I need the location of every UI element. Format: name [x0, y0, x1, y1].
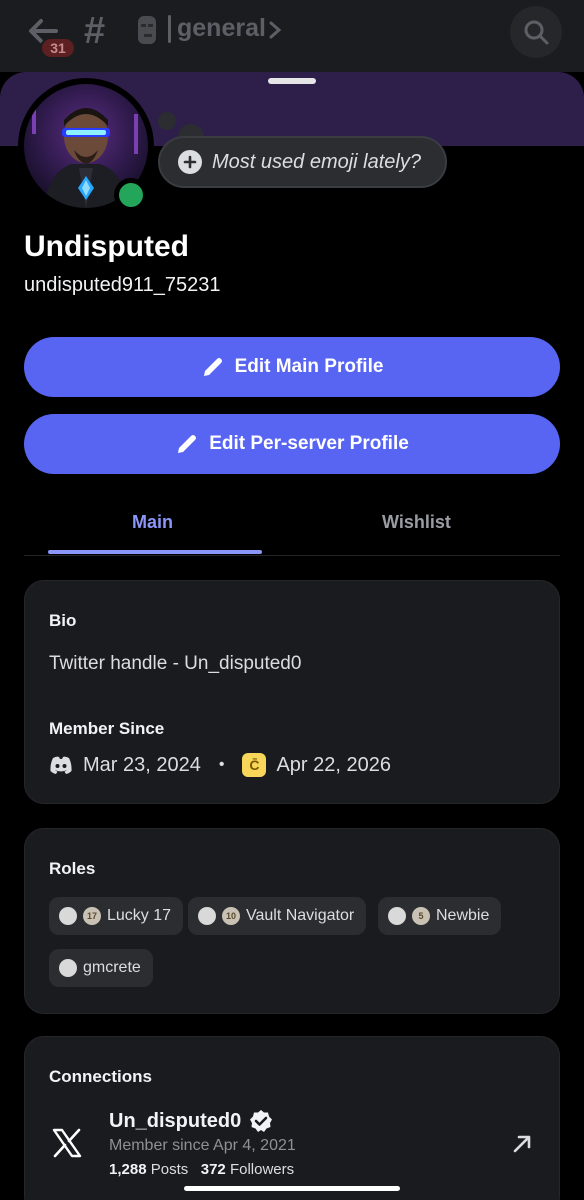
- x-logo-icon: [52, 1128, 82, 1158]
- member-since-row: Mar 23, 2024 • C̄ Apr 22, 2026: [49, 753, 391, 777]
- username: undisputed911_75231: [24, 274, 221, 296]
- role-color-dot: [198, 907, 216, 925]
- plus-icon: [178, 150, 202, 174]
- role-name: Vault Navigator: [246, 907, 355, 924]
- connection-account[interactable]: Un_disputed0: [109, 1109, 273, 1133]
- status-prompt-text: Most used emoji lately?: [212, 150, 421, 173]
- role-color-dot: [388, 907, 406, 925]
- server-icon: C̄: [242, 753, 267, 777]
- pencil-icon: [178, 435, 197, 453]
- bio-heading: Bio: [49, 611, 77, 630]
- discord-icon: [50, 756, 72, 774]
- edit-main-profile-label: Edit Main Profile: [234, 356, 384, 377]
- edit-main-profile-button[interactable]: Edit Main Profile: [24, 337, 560, 397]
- channel-title[interactable]: general: [168, 14, 266, 43]
- discord-join-date: Mar 23, 2024: [83, 753, 201, 776]
- role-badge-icon: 5: [412, 907, 430, 925]
- role-chip[interactable]: 10 Vault Navigator: [188, 897, 367, 935]
- verified-icon: [250, 1110, 273, 1132]
- profile-tabs: Main Wishlist: [24, 492, 560, 556]
- drag-handle[interactable]: [268, 78, 316, 84]
- online-status-dot: [119, 183, 143, 207]
- active-tab-indicator: [48, 550, 262, 554]
- pencil-icon: [203, 358, 222, 376]
- separator: [168, 14, 171, 43]
- channel-name: general: [177, 14, 266, 42]
- moai-emoji-icon: [138, 16, 156, 44]
- external-link-icon[interactable]: [511, 1133, 533, 1155]
- search-icon: [524, 20, 549, 45]
- chevron-right-icon[interactable]: [268, 20, 282, 40]
- posts-label: Posts: [150, 1161, 189, 1178]
- posts-count: 1,288: [109, 1161, 147, 1178]
- followers-count: 372: [200, 1161, 226, 1178]
- date-separator: •: [218, 756, 225, 773]
- profile-sheet: Most used emoji lately? Undisputed undis…: [0, 72, 584, 1200]
- thought-dot: [158, 112, 176, 130]
- roles-heading: Roles: [49, 859, 96, 878]
- edit-per-server-profile-label: Edit Per-server Profile: [209, 433, 409, 454]
- role-badge-icon: 10: [222, 907, 240, 925]
- unread-badge: 31: [40, 37, 76, 59]
- role-chip[interactable]: gmcrete: [49, 949, 153, 987]
- about-card: Bio Twitter handle - Un_disputed0 Member…: [24, 580, 560, 804]
- bio-text: Twitter handle - Un_disputed0: [49, 653, 302, 674]
- tab-main[interactable]: Main: [132, 512, 173, 533]
- connections-card: Connections Un_disputed0 Member since Ap…: [24, 1036, 560, 1200]
- server-join-date: Apr 22, 2026: [276, 753, 391, 776]
- connections-heading: Connections: [49, 1067, 152, 1086]
- role-chip[interactable]: 5 Newbie: [378, 897, 502, 935]
- role-name: Newbie: [436, 907, 490, 924]
- search-button[interactable]: [510, 6, 562, 58]
- hash-icon: #: [84, 10, 106, 52]
- display-name: Undisputed: [24, 230, 189, 263]
- home-indicator[interactable]: [184, 1186, 400, 1191]
- role-color-dot: [59, 959, 77, 977]
- role-badge-icon: 17: [83, 907, 101, 925]
- role-name: Lucky 17: [107, 907, 172, 924]
- online-status: [114, 178, 148, 212]
- connection-member-since: Member since Apr 4, 2021: [109, 1137, 296, 1154]
- connection-stats: 1,288 Posts 372 Followers: [109, 1161, 294, 1178]
- edit-per-server-profile-button[interactable]: Edit Per-server Profile: [24, 414, 560, 474]
- custom-status-bubble[interactable]: Most used emoji lately?: [158, 136, 447, 188]
- role-chip[interactable]: 17 Lucky 17: [49, 897, 184, 935]
- roles-card: Roles 17 Lucky 17 10 Vault Navigator 5 N…: [24, 828, 560, 1014]
- member-since-heading: Member Since: [49, 719, 165, 738]
- tab-wishlist[interactable]: Wishlist: [382, 512, 451, 533]
- followers-label: Followers: [229, 1161, 295, 1178]
- connection-account-name: Un_disputed0: [109, 1109, 242, 1132]
- channel-header: 31 # general: [0, 0, 584, 72]
- role-name: gmcrete: [83, 959, 141, 976]
- role-color-dot: [59, 907, 77, 925]
